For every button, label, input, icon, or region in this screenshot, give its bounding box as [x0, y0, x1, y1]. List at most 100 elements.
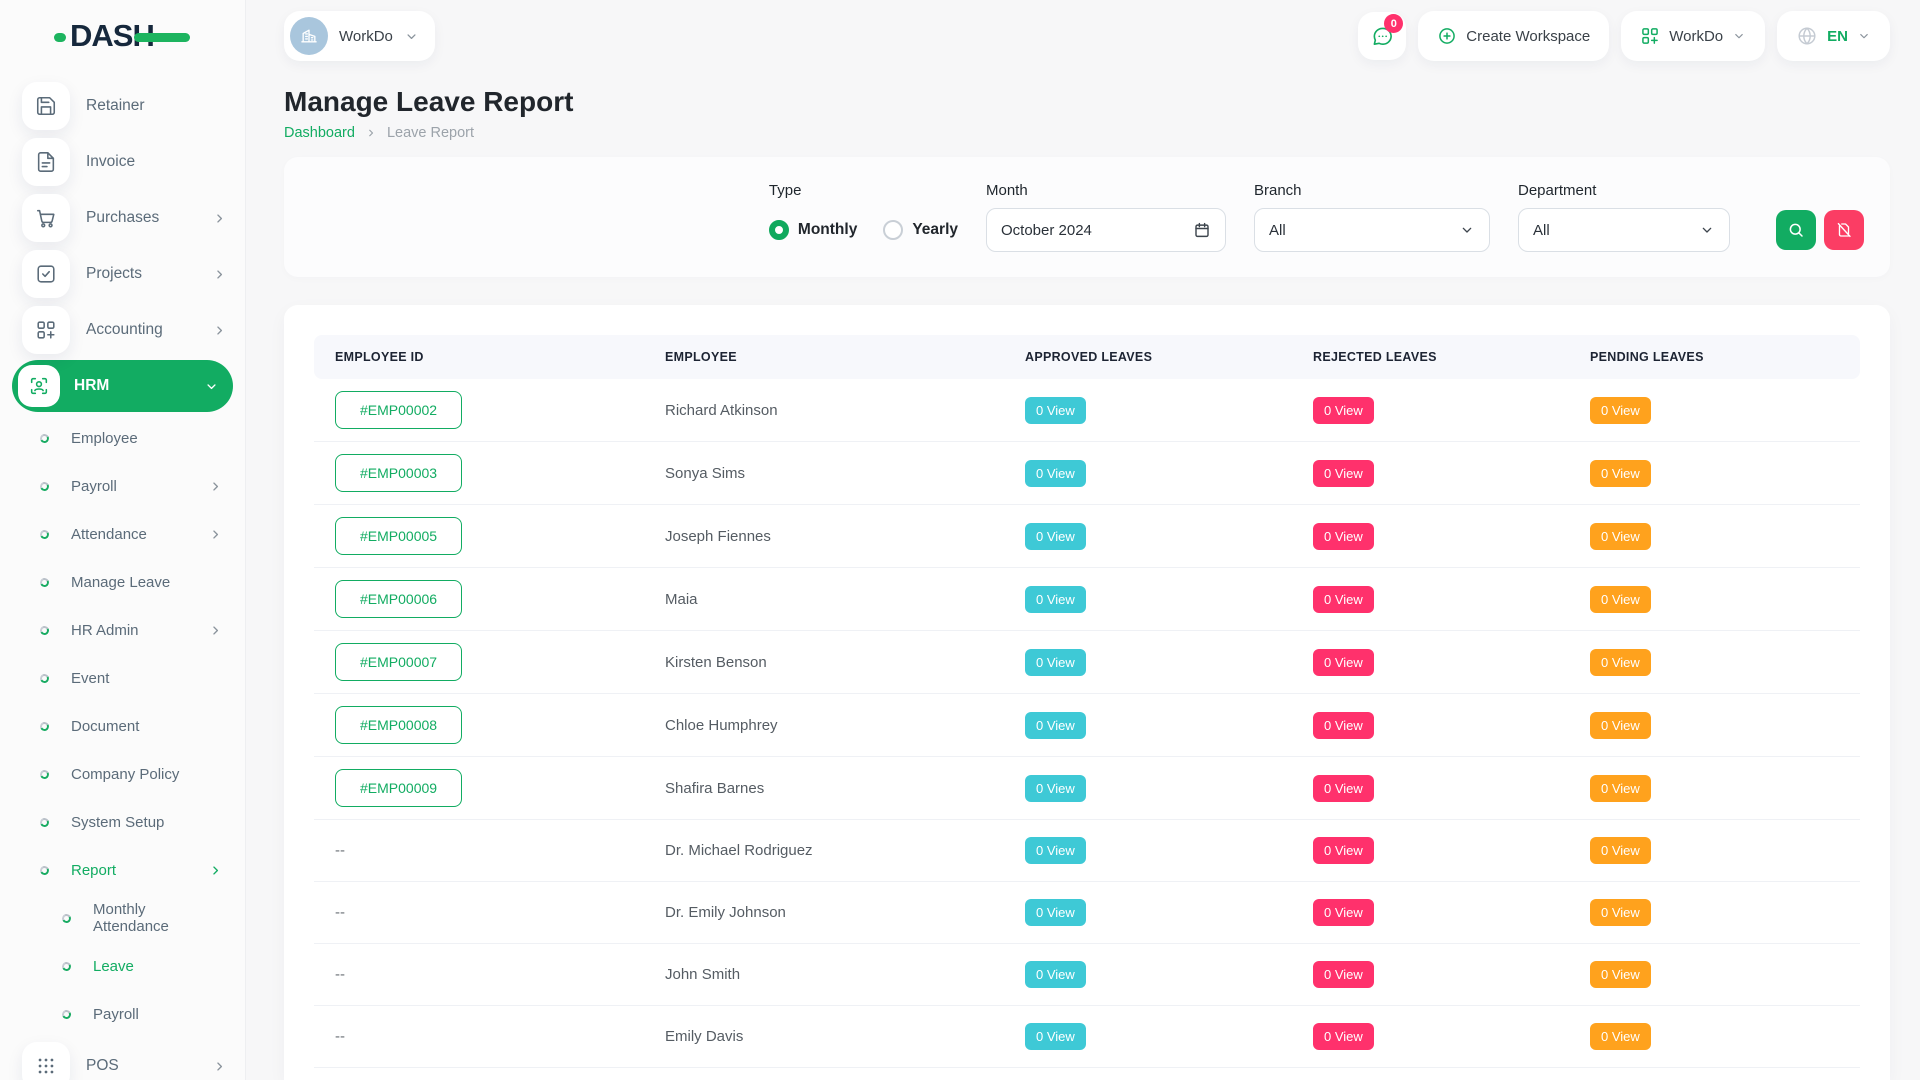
workspace-menu-button[interactable]: WorkDo [1621, 11, 1765, 61]
approved-view-badge[interactable]: 0 View [1025, 899, 1086, 926]
sidebar-subitem-label: Monthly Attendance [93, 901, 223, 935]
sidebar-subitem-leave[interactable]: Leave [0, 942, 245, 990]
sidebar-item-hrm[interactable]: HRM [12, 360, 233, 412]
pending-view-badge[interactable]: 0 View [1590, 961, 1651, 988]
employee-name-cell: Dr. Emily Johnson [644, 882, 1004, 944]
employee-id-button[interactable]: #EMP00007 [335, 643, 462, 681]
rejected-view-badge[interactable]: 0 View [1313, 899, 1374, 926]
sidebar-subitem-label: Document [71, 718, 139, 735]
leave-report-table: EMPLOYEE ID EMPLOYEE APPROVED LEAVES REJ… [314, 335, 1860, 1080]
radio-monthly[interactable]: Monthly [769, 220, 857, 240]
rejected-view-badge[interactable]: 0 View [1313, 712, 1374, 739]
chevron-right-icon [208, 527, 223, 542]
sidebar-subitem-hr-admin[interactable]: HR Admin [0, 606, 245, 654]
rejected-view-badge[interactable]: 0 View [1313, 837, 1374, 864]
sidebar-item-label: POS [86, 1057, 212, 1075]
search-button[interactable] [1776, 210, 1816, 250]
rejected-view-badge[interactable]: 0 View [1313, 1023, 1374, 1050]
approved-view-badge[interactable]: 0 View [1025, 961, 1086, 988]
col-employee: EMPLOYEE [644, 335, 1004, 379]
create-workspace-button[interactable]: Create Workspace [1418, 11, 1609, 61]
sidebar-subitem-report[interactable]: Report [0, 846, 245, 894]
rejected-view-badge[interactable]: 0 View [1313, 775, 1374, 802]
approved-view-badge[interactable]: 0 View [1025, 712, 1086, 739]
sidebar-subitem-payroll[interactable]: Payroll [0, 462, 245, 510]
employee-id-button[interactable]: #EMP00006 [335, 580, 462, 618]
month-input[interactable]: October 2024 [986, 208, 1226, 252]
sidebar-subitem-attendance[interactable]: Attendance [0, 510, 245, 558]
sidebar-subitem-manage-leave[interactable]: Manage Leave [0, 558, 245, 606]
department-label: Department [1518, 182, 1730, 199]
pending-view-badge[interactable]: 0 View [1590, 899, 1651, 926]
employee-name-cell: Maia [644, 568, 1004, 631]
table-row: #EMP00002Richard Atkinson0 View0 View0 V… [314, 379, 1860, 442]
rejected-view-badge[interactable]: 0 View [1313, 961, 1374, 988]
sidebar-item-retainer[interactable]: Retainer [0, 78, 245, 134]
workspace-selector[interactable]: WorkDo [284, 11, 435, 61]
rejected-view-badge[interactable]: 0 View [1313, 649, 1374, 676]
chevron-down-icon [404, 29, 419, 44]
workspace-avatar [290, 17, 328, 55]
sidebar-item-projects[interactable]: Projects [0, 246, 245, 302]
pending-view-badge[interactable]: 0 View [1590, 460, 1651, 487]
approved-view-badge[interactable]: 0 View [1025, 1023, 1086, 1050]
employee-id-cell: #EMP00003 [314, 442, 644, 505]
approved-view-badge[interactable]: 0 View [1025, 460, 1086, 487]
sidebar-subitem-system-setup[interactable]: System Setup [0, 798, 245, 846]
reset-button[interactable] [1824, 210, 1864, 250]
branch-select[interactable]: All [1254, 208, 1490, 252]
approved-view-badge[interactable]: 0 View [1025, 586, 1086, 613]
employee-name-cell: John Smith [644, 944, 1004, 1006]
breadcrumb-dashboard-link[interactable]: Dashboard [284, 125, 355, 141]
sidebar-subitem-payroll[interactable]: Payroll [0, 990, 245, 1038]
radio-yearly[interactable]: Yearly [883, 220, 958, 240]
employee-id-button[interactable]: #EMP00005 [335, 517, 462, 555]
pending-view-badge[interactable]: 0 View [1590, 397, 1651, 424]
approved-view-badge[interactable]: 0 View [1025, 837, 1086, 864]
approved-view-badge[interactable]: 0 View [1025, 649, 1086, 676]
rejected-view-badge[interactable]: 0 View [1313, 523, 1374, 550]
create-workspace-label: Create Workspace [1466, 28, 1590, 45]
dot-icon [39, 528, 50, 539]
table-row: #EMP00006 Maia 0 View 0 View 0 View [314, 568, 1860, 631]
employee-id-cell: -- [314, 1068, 644, 1080]
sidebar-subitem-employee[interactable]: Employee [0, 414, 245, 462]
employee-id-button[interactable]: #EMP00009 [335, 769, 462, 807]
sidebar-subitem-monthly-attendance[interactable]: Monthly Attendance [0, 894, 245, 942]
sidebar-subitem-document[interactable]: Document [0, 702, 245, 750]
pending-view-badge[interactable]: 0 View [1590, 837, 1651, 864]
pending-view-badge[interactable]: 0 View [1590, 586, 1651, 613]
employee-id-button[interactable]: #EMP00008 [335, 706, 462, 744]
pending-view-badge[interactable]: 0 View [1590, 775, 1651, 802]
pending-view-badge[interactable]: 0 View [1590, 1023, 1651, 1050]
filter-card: Type Monthly Yearly Month [284, 157, 1890, 277]
approved-view-badge[interactable]: 0 View [1025, 523, 1086, 550]
employee-id-button[interactable]: #EMP00003 [335, 454, 462, 492]
rejected-view-badge[interactable]: 0 View [1313, 460, 1374, 487]
rejected-view-badge[interactable]: 0 View [1313, 586, 1374, 613]
employee-id-cell: #EMP00006 [314, 568, 644, 631]
brand-logo[interactable]: DASH [0, 0, 245, 72]
sidebar-subitem-label: Report [71, 862, 116, 879]
messages-button[interactable]: 0 [1358, 12, 1406, 60]
pending-view-badge[interactable]: 0 View [1590, 649, 1651, 676]
approved-view-badge[interactable]: 0 View [1025, 397, 1086, 424]
employee-id-button[interactable]: #EMP00002 [335, 391, 462, 429]
sidebar-item-invoice[interactable]: Invoice [0, 134, 245, 190]
branch-filter-group: Branch All [1254, 182, 1490, 252]
department-select[interactable]: All [1518, 208, 1730, 252]
pending-view-badge[interactable]: 0 View [1590, 523, 1651, 550]
employee-name: Emily Davis [665, 1028, 743, 1045]
sidebar-item-pos[interactable]: POS [0, 1038, 245, 1080]
rejected-view-badge[interactable]: 0 View [1313, 397, 1374, 424]
sidebar-subitem-event[interactable]: Event [0, 654, 245, 702]
pending-view-badge[interactable]: 0 View [1590, 712, 1651, 739]
language-selector[interactable]: EN [1777, 11, 1890, 61]
sidebar-item-purchases[interactable]: Purchases [0, 190, 245, 246]
employee-id-cell: #EMP00007 [314, 631, 644, 694]
pending-leaves-cell: 0 View [1569, 882, 1860, 944]
approved-view-badge[interactable]: 0 View [1025, 775, 1086, 802]
sidebar-item-accounting[interactable]: Accounting [0, 302, 245, 358]
sidebar-subitem-company-policy[interactable]: Company Policy [0, 750, 245, 798]
approved-leaves-cell: 0 View [1004, 694, 1292, 757]
